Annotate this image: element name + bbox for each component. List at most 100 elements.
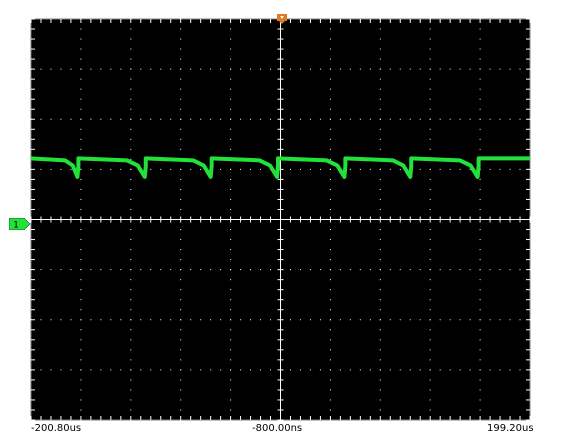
grid-dot (329, 349, 331, 351)
grid-dot (479, 309, 481, 311)
grid-dot (180, 38, 182, 40)
grid-dot (40, 319, 42, 321)
grid-dot (429, 399, 431, 401)
grid-dot (429, 28, 431, 30)
grid-dot (479, 98, 481, 100)
grid-dot (489, 369, 491, 371)
grid-dot (80, 108, 82, 110)
grid-dot (339, 68, 341, 70)
grid-dot (260, 369, 262, 371)
trigger-position-marker-icon[interactable] (277, 9, 287, 24)
grid-dot (359, 319, 361, 321)
grid-dot (80, 279, 82, 281)
grid-dot (479, 68, 481, 70)
grid-dot (329, 108, 331, 110)
grid-dot (289, 369, 291, 371)
grid-dot (100, 118, 102, 120)
grid-dot (80, 128, 82, 130)
grid-dot (439, 319, 441, 321)
grid-dot (359, 168, 361, 170)
grid-dot (130, 399, 132, 401)
grid-dot (399, 168, 401, 170)
grid-dot (50, 319, 52, 321)
grid-dot (200, 369, 202, 371)
grid-dot (60, 269, 62, 271)
grid-dot (479, 229, 481, 231)
grid-dot (339, 118, 341, 120)
grid-dot (399, 269, 401, 271)
grid-dot (180, 48, 182, 50)
grid-dot (429, 259, 431, 261)
grid-dot (230, 198, 232, 200)
grid-dot (479, 339, 481, 341)
grid-dot (110, 269, 112, 271)
grid-dot (80, 389, 82, 391)
grid-dot (479, 198, 481, 200)
grid-dot (429, 148, 431, 150)
grid-dot (80, 78, 82, 80)
grid-dot (439, 269, 441, 271)
grid-dot (329, 118, 331, 120)
grid-dot (389, 269, 391, 271)
grid-dot (519, 168, 521, 170)
grid-dot (319, 369, 321, 371)
grid-dot (449, 369, 451, 371)
grid-dot (429, 108, 431, 110)
grid-dot (130, 329, 132, 331)
channel-1-marker-icon[interactable]: 1 (8, 215, 31, 231)
grid-dot (50, 269, 52, 271)
grid-dot (479, 148, 481, 150)
grid-dot (429, 279, 431, 281)
grid-dot (289, 319, 291, 321)
grid-dot (329, 279, 331, 281)
grid-dot (200, 269, 202, 271)
grid-dot (519, 369, 521, 371)
grid-dot (509, 118, 511, 120)
grid-dot (499, 118, 501, 120)
grid-dot (479, 178, 481, 180)
grid-dot (379, 339, 381, 341)
grid-dot (449, 319, 451, 321)
grid-dot (80, 309, 82, 311)
grid-dot (479, 78, 481, 80)
grid-dot (309, 68, 311, 70)
grid-dot (270, 68, 272, 70)
grid-dot (180, 279, 182, 281)
grid-dot (160, 68, 162, 70)
grid-dot (130, 178, 132, 180)
grid-dot (389, 118, 391, 120)
grid-dot (90, 118, 92, 120)
grid-dot (479, 88, 481, 90)
grid-dot (479, 239, 481, 241)
grid-dot (429, 339, 431, 341)
grid-dot (130, 269, 132, 271)
grid-dot (479, 389, 481, 391)
grid-dot (230, 229, 232, 231)
grid-dot (250, 319, 252, 321)
grid-dot (230, 329, 232, 331)
grid-dot (429, 349, 431, 351)
grid-dot (329, 188, 331, 190)
grid-dot (170, 168, 172, 170)
grid-dot (90, 269, 92, 271)
grid-dot (499, 319, 501, 321)
grid-dot (230, 399, 232, 401)
grid-dot (230, 369, 232, 371)
grid-dot (50, 168, 52, 170)
grid-dot (130, 58, 132, 60)
grid-dot (70, 269, 72, 271)
grid-dot (230, 188, 232, 190)
grid-dot (479, 128, 481, 130)
grid-dot (80, 208, 82, 210)
grid-dot (80, 329, 82, 331)
grid-dot (329, 28, 331, 30)
grid-dot (329, 389, 331, 391)
grid-dot (40, 168, 42, 170)
grid-dot (180, 379, 182, 381)
grid-dot (429, 239, 431, 241)
grid-dot (260, 118, 262, 120)
grid-dot (429, 178, 431, 180)
grid-dot (120, 319, 122, 321)
grid-dot (160, 269, 162, 271)
grid-dot (329, 38, 331, 40)
